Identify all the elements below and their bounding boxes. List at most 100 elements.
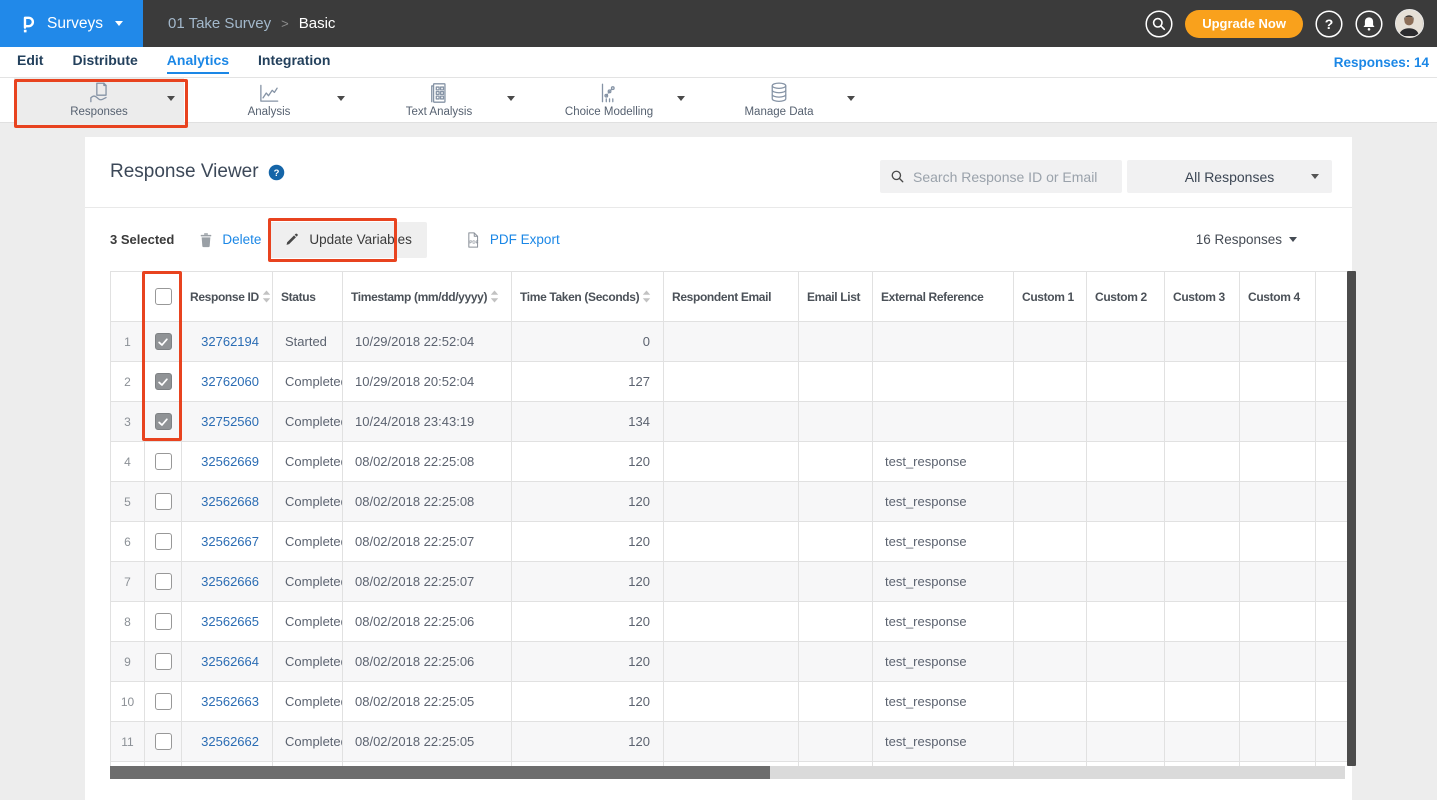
row-checkbox[interactable]	[155, 613, 172, 630]
toolbar-item-label: Manage Data	[694, 106, 864, 118]
custom_3-cell	[1165, 602, 1240, 642]
row-checkbox[interactable]	[155, 533, 172, 550]
time_taken-cell: 120	[512, 522, 664, 562]
toolbar-item-manage-data[interactable]: Manage Data	[694, 78, 864, 123]
pdf-export-label: PDF Export	[490, 232, 560, 247]
pencil-icon	[283, 231, 300, 248]
responses-count-dropdown[interactable]: 16 Responses	[1196, 217, 1297, 262]
toolbar-item-responses[interactable]: Responses	[14, 78, 184, 123]
row-checkbox[interactable]	[155, 693, 172, 710]
search-icon[interactable]	[1145, 10, 1173, 38]
tab-analytics[interactable]: Analytics	[167, 47, 229, 74]
email_list-cell	[799, 722, 873, 762]
respondent_email-cell	[664, 482, 799, 522]
vertical-scrollbar[interactable]	[1347, 271, 1356, 766]
responses-count: Responses: 14	[1334, 47, 1429, 77]
row-checkbox[interactable]	[155, 493, 172, 510]
surveys-menu[interactable]: Surveys	[0, 0, 143, 47]
toolbar-item-analysis[interactable]: Analysis	[184, 78, 354, 123]
row-select-cell	[145, 682, 182, 722]
response-id-link[interactable]: 32752560	[201, 414, 259, 429]
email_list-cell	[799, 362, 873, 402]
extra-cell	[1316, 562, 1348, 602]
pdf-export-button[interactable]: PDF PDF Export	[463, 230, 560, 250]
column-header-select	[145, 272, 182, 322]
response-filter-dropdown[interactable]: All Responses	[1127, 160, 1332, 193]
status-cell: Started	[273, 322, 343, 362]
table-row: 832562665Completed08/02/2018 22:25:06120…	[111, 602, 1348, 642]
delete-button[interactable]: Delete	[197, 231, 261, 249]
notifications-bell-icon[interactable]	[1355, 10, 1383, 38]
column-label: External Reference	[881, 290, 983, 304]
help-icon[interactable]: ?	[1315, 10, 1343, 38]
table-row: 132762194Started10/29/2018 22:52:040	[111, 322, 1348, 362]
help-circle-icon[interactable]: ?	[267, 163, 286, 182]
chevron-down-icon[interactable]	[677, 96, 685, 101]
custom_1-cell	[1014, 682, 1087, 722]
column-header-response_id[interactable]: Response ID	[182, 272, 273, 322]
breadcrumb-survey-name[interactable]: 01 Take Survey	[168, 15, 271, 32]
tab-distribute[interactable]: Distribute	[72, 47, 137, 74]
chevron-down-icon	[115, 21, 123, 26]
sort-icon[interactable]	[642, 290, 651, 303]
toolbar-item-text-analysis[interactable]: Text Analysis	[354, 78, 524, 123]
tab-integration[interactable]: Integration	[258, 47, 330, 74]
extra-cell	[1316, 442, 1348, 482]
column-header-external_reference: External Reference	[873, 272, 1014, 322]
response-id-link[interactable]: 32562665	[201, 614, 259, 629]
sort-icon[interactable]	[490, 290, 499, 303]
external_reference-cell: test_response	[873, 642, 1014, 682]
chevron-down-icon[interactable]	[507, 96, 515, 101]
chevron-down-icon[interactable]	[337, 96, 345, 101]
table-row: 632562667Completed08/02/2018 22:25:07120…	[111, 522, 1348, 562]
column-header-timestamp[interactable]: Timestamp (mm/dd/yyyy)	[343, 272, 512, 322]
row-checkbox[interactable]	[155, 453, 172, 470]
response-id-link[interactable]: 32562666	[201, 574, 259, 589]
row-checkbox[interactable]	[155, 413, 172, 430]
user-avatar[interactable]	[1395, 9, 1424, 38]
search-input[interactable]	[913, 169, 1112, 185]
chevron-down-icon[interactable]	[847, 96, 855, 101]
horizontal-scrollbar-thumb[interactable]	[110, 766, 770, 779]
status-cell: Completed	[273, 522, 343, 562]
custom_4-cell	[1240, 322, 1316, 362]
sort-icon[interactable]	[262, 290, 271, 303]
row-checkbox[interactable]	[155, 653, 172, 670]
status-cell: Completed	[273, 482, 343, 522]
table-row: 532562668Completed08/02/2018 22:25:08120…	[111, 482, 1348, 522]
row-select-cell	[145, 322, 182, 362]
respondent_email-cell	[664, 402, 799, 442]
row-select-cell	[145, 362, 182, 402]
update-variables-button[interactable]: Update Variables	[268, 222, 427, 258]
chevron-down-icon[interactable]	[167, 96, 175, 101]
response-id-link[interactable]: 32762194	[201, 334, 259, 349]
row-checkbox[interactable]	[155, 373, 172, 390]
response-id-link[interactable]: 32562668	[201, 494, 259, 509]
toolbar-item-choice-modelling[interactable]: Choice Modelling	[524, 78, 694, 123]
response-id-link[interactable]: 32762060	[201, 374, 259, 389]
external_reference-cell	[873, 402, 1014, 442]
response-id-cell: 32562668	[182, 482, 273, 522]
response-id-link[interactable]: 32562663	[201, 694, 259, 709]
response-id-link[interactable]: 32562669	[201, 454, 259, 469]
column-header-email_list: Email List	[799, 272, 873, 322]
row-select-cell	[145, 442, 182, 482]
row-number: 6	[111, 522, 145, 562]
row-checkbox[interactable]	[155, 333, 172, 350]
delete-label: Delete	[222, 232, 261, 247]
row-checkbox[interactable]	[155, 733, 172, 750]
tab-edit[interactable]: Edit	[17, 47, 43, 74]
row-select-cell	[145, 482, 182, 522]
respondent_email-cell	[664, 322, 799, 362]
column-header-time_taken[interactable]: Time Taken (Seconds)	[512, 272, 664, 322]
custom_1-cell	[1014, 322, 1087, 362]
external_reference-cell: test_response	[873, 602, 1014, 642]
upgrade-now-button[interactable]: Upgrade Now	[1185, 10, 1303, 38]
select-all-checkbox[interactable]	[155, 288, 172, 305]
row-checkbox[interactable]	[155, 573, 172, 590]
row-number: 3	[111, 402, 145, 442]
response-id-link[interactable]: 32562664	[201, 654, 259, 669]
response-id-link[interactable]: 32562662	[201, 734, 259, 749]
horizontal-scrollbar-track[interactable]	[110, 766, 1345, 779]
response-id-link[interactable]: 32562667	[201, 534, 259, 549]
